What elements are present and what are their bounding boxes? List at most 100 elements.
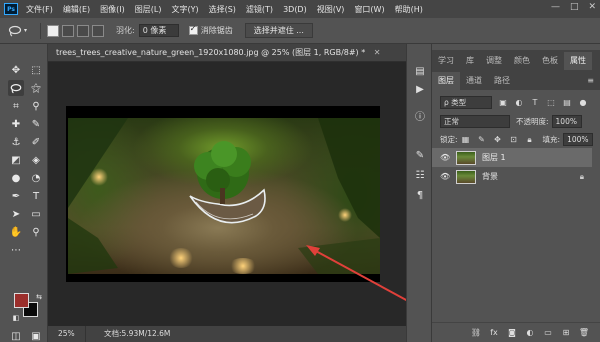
dodge-tool-icon[interactable]: ◔ [28,170,44,186]
lock-image-icon[interactable]: ✎ [477,135,487,145]
close-icon[interactable]: ✕ [588,2,596,12]
new-layer-icon[interactable]: ⊞ [560,327,572,339]
layer-row[interactable]: 👁︎ 背景 🔒︎ [432,167,592,186]
paragraph-panel-icon[interactable]: ¶ [413,188,427,202]
lock-artboard-icon[interactable]: ⊡ [509,135,519,145]
type-filter-icon[interactable]: T [530,98,540,108]
panel-menu-icon[interactable]: ≡ [587,72,594,90]
lock-position-icon[interactable]: ✥ [493,135,503,145]
tab-channels[interactable]: 通道 [460,72,488,90]
tab-learn[interactable]: 学习 [432,52,460,70]
fill-label: 填充: [542,135,561,144]
lasso-tool-icon[interactable] [8,80,24,96]
menu-file[interactable]: 文件(F) [26,4,53,15]
actions-panel-icon[interactable]: ▶ [413,82,427,96]
path-selection-tool-icon[interactable]: ➤ [8,206,24,222]
subtract-from-selection-button[interactable] [77,24,89,37]
brush-panel-icon[interactable]: ✎ [413,148,427,162]
more-tools-icon[interactable]: ⋯ [8,242,24,258]
link-layers-icon[interactable]: ⛓ [470,327,482,339]
layers-footer: ⛓ fx ◙ ◐ ▭ ⊞ 🗑︎ [432,322,600,342]
antialias-checkbox[interactable] [188,24,198,35]
menu-3d[interactable]: 3D(D) [283,5,307,14]
add-to-selection-button[interactable] [62,24,74,37]
menu-edit[interactable]: 编辑(E) [63,4,90,15]
photoshop-window: Ps 文件(F) 编辑(E) 图像(I) 图层(L) 文字(Y) 选择(S) 滤… [0,0,600,342]
zoom-tool-icon[interactable]: ⚲ [28,224,44,240]
rectangle-tool-icon[interactable]: ▭ [28,206,44,222]
layer-filter-kind-dropdown[interactable]: ρ 类型 [440,96,492,109]
quick-mask-icon[interactable]: ◫ [8,328,24,342]
lasso-preset-picker[interactable]: ▾ [8,25,34,37]
pen-tool-icon[interactable]: ✒ [8,188,24,204]
new-group-icon[interactable]: ▭ [542,327,554,339]
feather-input[interactable]: 0 像素 [138,24,179,37]
foreground-color-swatch[interactable] [14,293,29,308]
menu-layer[interactable]: 图层(L) [135,4,162,15]
visibility-eye-icon[interactable]: 👁︎ [440,153,450,162]
swap-colors-icon[interactable]: ⇆ [31,289,47,305]
tab-libraries[interactable]: 库 [460,52,480,70]
smart-object-filter-icon[interactable]: ▤ [562,98,572,108]
pixel-filter-icon[interactable]: ▣ [498,98,508,108]
layer-row[interactable]: 👁︎ 图层 1 [432,148,592,167]
eyedropper-tool-icon[interactable]: ⚲ [28,98,44,114]
adjust-panel-icon[interactable]: ☷ [413,168,427,182]
lock-all-icon[interactable]: 🔒︎ [525,135,535,145]
info-panel-icon[interactable]: ⓘ [413,108,427,123]
clone-stamp-tool-icon[interactable]: ⚓ [8,134,24,150]
history-panel-icon[interactable]: ▤ [413,64,427,78]
type-tool-icon[interactable]: T [28,188,44,204]
visibility-eye-icon[interactable]: 👁︎ [440,172,450,181]
filter-toggle-icon[interactable]: ● [578,98,588,108]
menu-view[interactable]: 视图(V) [317,4,345,15]
new-selection-button[interactable] [47,24,59,37]
menu-image[interactable]: 图像(I) [100,4,125,15]
fill-input[interactable]: 100% [563,133,594,146]
layer-thumbnail [456,169,476,184]
tab-color[interactable]: 颜色 [508,52,536,70]
paint-bucket-tool-icon[interactable]: ◈ [28,152,44,168]
screen-mode-icon[interactable]: ▣ [28,328,44,342]
tab-paths[interactable]: 路径 [488,72,516,90]
opacity-input[interactable]: 100% [551,115,582,128]
adjustment-layer-icon[interactable]: ◐ [524,327,536,339]
marquee-tool-icon[interactable]: ⬚ [28,62,44,78]
tab-swatches[interactable]: 色板 [536,52,564,70]
delete-layer-icon[interactable]: 🗑︎ [578,327,590,339]
tab-layers[interactable]: 图层 [432,72,460,90]
lock-transparency-icon[interactable]: ▦ [461,135,471,145]
blur-tool-icon[interactable]: ● [8,170,24,186]
tab-properties[interactable]: 属性 [564,52,592,70]
chevron-down-icon: ▾ [24,27,28,34]
zoom-level[interactable]: 25% [48,326,86,342]
add-mask-icon[interactable]: ◙ [506,327,518,339]
intersect-selection-button[interactable] [92,24,104,37]
menu-select[interactable]: 选择(S) [209,4,236,15]
hand-tool-icon[interactable]: ✋ [8,224,24,240]
shape-filter-icon[interactable]: ⬚ [546,98,556,108]
close-tab-icon[interactable]: ✕ [374,48,381,57]
history-brush-tool-icon[interactable]: ✐ [28,134,44,150]
default-colors-icon[interactable]: ◧ [8,310,24,326]
document-tab[interactable]: trees_trees_creative_nature_green_1920x1… [48,44,406,62]
document-info[interactable]: 文档:5.93M/12.6M [86,326,170,342]
select-and-mask-button[interactable]: 选择并遮住 ... [244,23,313,38]
adjustment-filter-icon[interactable]: ◐ [514,98,524,108]
move-tool-icon[interactable]: ✥ [8,62,24,78]
magic-wand-tool-icon[interactable]: ⚝ [28,80,44,96]
menu-filter[interactable]: 滤镜(T) [246,4,273,15]
menu-type[interactable]: 文字(Y) [171,4,198,15]
minimize-icon[interactable]: — [551,2,560,12]
blend-mode-dropdown[interactable]: 正常 [440,115,510,128]
maximize-icon[interactable]: □ [570,2,579,12]
brush-tool-icon[interactable]: ✎ [28,116,44,132]
menu-window[interactable]: 窗口(W) [354,4,384,15]
canvas-image[interactable] [68,118,380,274]
layer-style-icon[interactable]: fx [488,327,500,339]
tab-adjustments[interactable]: 调整 [480,52,508,70]
healing-brush-tool-icon[interactable]: ✚ [8,116,24,132]
eraser-tool-icon[interactable]: ◩ [8,152,24,168]
menu-help[interactable]: 帮助(H) [395,4,423,15]
crop-tool-icon[interactable]: ⌗ [8,98,24,114]
